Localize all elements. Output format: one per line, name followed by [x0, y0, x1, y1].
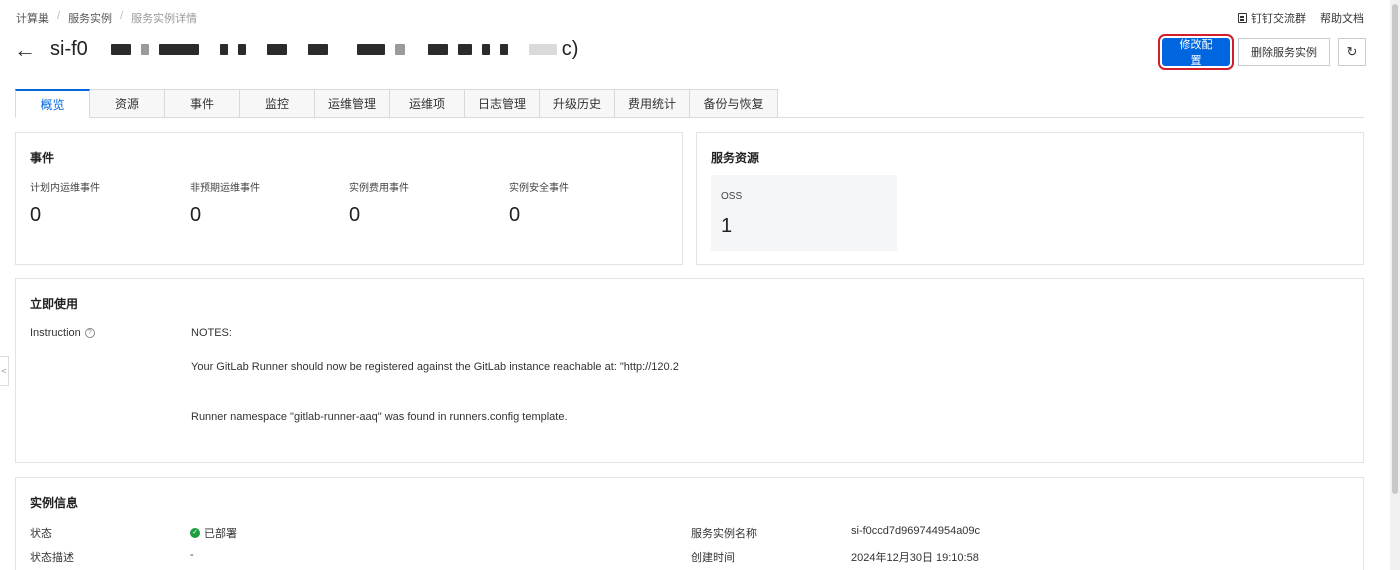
event-security: 实例安全事件 0: [509, 179, 569, 227]
instance-name-value: si-f0ccd7d969744954a09c: [851, 525, 981, 537]
back-arrow-icon[interactable]: ←: [14, 38, 36, 61]
instance-name-label: 服务实例名称: [691, 528, 757, 540]
tab-resources[interactable]: 资源: [90, 89, 165, 118]
notes-line: Your GitLab Runner should now be registe…: [191, 361, 679, 373]
tab-monitoring[interactable]: 监控: [240, 89, 315, 118]
page-title: si-f0 c): [50, 38, 578, 61]
tab-upgrade-history[interactable]: 升级历史: [540, 89, 615, 118]
instance-info-card: 实例信息 状态 ✓ 已部署 状态描述 - 服务实例名称 si-f0ccd7d96…: [15, 477, 1364, 570]
refresh-icon[interactable]: ↻: [1338, 38, 1366, 66]
page-scrollbar[interactable]: [1390, 0, 1400, 570]
use-now-title: 立即使用: [30, 297, 79, 311]
dingtalk-group-link[interactable]: 钉钉交流群: [1238, 10, 1306, 26]
tab-cost-statistics[interactable]: 费用统计: [615, 89, 690, 118]
event-value: 0: [349, 204, 361, 226]
sidebar-collapse-toggle[interactable]: <: [0, 356, 9, 386]
oss-count: 1: [721, 215, 733, 237]
created-time-row: 创建时间 2024年12月30日 19:10:58: [691, 549, 979, 565]
status-value: 已部署: [204, 528, 237, 540]
event-unexpected: 非预期运维事件 0: [190, 179, 260, 227]
created-time-value: 2024年12月30日 19:10:58: [851, 552, 979, 564]
dingtalk-icon: [1238, 13, 1247, 23]
breadcrumb-separator: /: [57, 10, 61, 22]
events-card-title: 事件: [30, 151, 55, 165]
tab-overview[interactable]: 概览: [15, 89, 90, 118]
tab-events[interactable]: 事件: [165, 89, 240, 118]
status-badge: ✓ 已部署: [190, 525, 237, 541]
tab-ops-items[interactable]: 运维项: [390, 89, 465, 118]
oss-label: OSS: [721, 191, 743, 202]
notes-line: Runner namespace "gitlab-runner-aaq" was…: [191, 411, 568, 423]
instruction-label: Instruction: [30, 327, 81, 339]
service-resources-card: 服务资源 OSS 1: [696, 132, 1364, 265]
use-now-card: 立即使用 Instruction ? NOTES: Your GitLab Ru…: [15, 278, 1364, 463]
breadcrumb-item-service-instances[interactable]: 服务实例: [68, 10, 112, 26]
breadcrumb-item-compute-nest[interactable]: 计算巢: [16, 10, 49, 26]
service-resources-title: 服务资源: [711, 151, 760, 165]
tab-ops-management[interactable]: 运维管理: [315, 89, 390, 118]
tab-backup-restore[interactable]: 备份与恢复: [690, 89, 778, 118]
event-value: 0: [190, 204, 202, 226]
status-desc-value: -: [190, 549, 194, 561]
scrollbar-thumb[interactable]: [1392, 4, 1398, 494]
event-label: 计划内运维事件: [30, 183, 100, 194]
notes-heading: NOTES:: [191, 327, 232, 339]
event-value: 0: [509, 204, 521, 226]
event-planned: 计划内运维事件 0: [30, 179, 100, 227]
status-desc-row: 状态描述 -: [30, 549, 194, 565]
help-icon[interactable]: ?: [84, 328, 95, 338]
tab-bar: 概览 资源 事件 监控 运维管理 运维项 日志管理 升级历史 费用统计 备份与恢…: [15, 89, 1364, 118]
event-label: 非预期运维事件: [190, 183, 260, 194]
breadcrumb-item-current: 服务实例详情: [131, 13, 198, 25]
redacted-title-segment: [106, 44, 562, 55]
instruction-label-row: Instruction ?: [30, 327, 95, 339]
tab-log-management[interactable]: 日志管理: [465, 89, 540, 118]
header-actions: 修改配置 删除服务实例 ↻: [1158, 34, 1366, 70]
event-cost: 实例费用事件 0: [349, 179, 409, 227]
created-time-label: 创建时间: [691, 552, 735, 564]
status-desc-label: 状态描述: [30, 552, 74, 564]
event-label: 实例费用事件: [349, 183, 409, 194]
status-label: 状态: [30, 528, 52, 540]
events-card: 事件 计划内运维事件 0 非预期运维事件 0 实例费用事件 0 实例安全事件 0: [15, 132, 683, 265]
instance-name-row: 服务实例名称 si-f0ccd7d969744954a09c: [691, 525, 980, 541]
page-title-prefix: si-f0: [50, 38, 88, 60]
check-circle-icon: ✓: [190, 528, 200, 538]
breadcrumb: 计算巢 / 服务实例 / 服务实例详情: [16, 10, 197, 26]
modify-config-button[interactable]: 修改配置: [1158, 34, 1234, 70]
event-label: 实例安全事件: [509, 183, 569, 194]
delete-instance-button[interactable]: 删除服务实例: [1238, 38, 1330, 66]
title-row: ← si-f0 c): [14, 38, 578, 61]
event-value: 0: [30, 204, 42, 226]
help-docs-link[interactable]: 帮助文档: [1320, 10, 1364, 26]
dingtalk-group-label: 钉钉交流群: [1251, 13, 1306, 25]
instance-info-title: 实例信息: [30, 496, 79, 510]
status-row: 状态 ✓ 已部署: [30, 525, 237, 541]
breadcrumb-separator: /: [120, 10, 124, 22]
page-title-suffix: c): [561, 38, 579, 60]
top-links: 钉钉交流群 帮助文档: [1238, 10, 1364, 26]
oss-resource-tile[interactable]: OSS 1: [711, 175, 897, 251]
